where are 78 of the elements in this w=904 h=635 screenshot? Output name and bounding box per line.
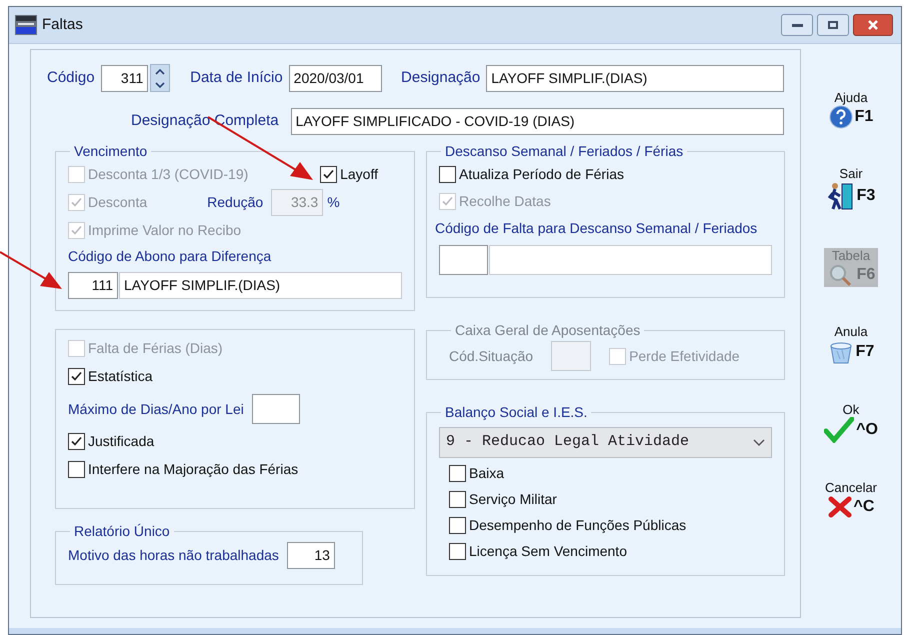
checkbox-label: Serviço Militar <box>469 490 557 509</box>
field-label: Data de Início <box>190 68 283 88</box>
chevron-down-icon <box>155 82 166 88</box>
toolbar-button[interactable]: Sair F3 <box>824 166 878 211</box>
checkbox[interactable] <box>68 461 85 478</box>
window-title: Faltas <box>42 14 83 35</box>
field-label: Redução <box>207 193 264 212</box>
input-field[interactable]: 2020/03/01 <box>288 64 382 92</box>
checkbox[interactable] <box>68 433 85 450</box>
field-label: Designação <box>401 68 480 88</box>
checkbox-label: Licença Sem Vencimento <box>469 542 627 561</box>
checkbox-label: Desconta <box>88 193 148 212</box>
checkbox-label: Desconta 1/3 (COVID-19) <box>88 165 248 184</box>
checkbox-label: Layoff <box>340 165 378 184</box>
person-door-icon <box>826 181 855 211</box>
close-icon <box>867 20 879 30</box>
input-field[interactable] <box>551 341 592 371</box>
field-label: Código de Falta para Descanso Semanal / Feriados <box>435 219 758 238</box>
checkbox-label: Recolhe Datas <box>459 192 551 211</box>
checkbox-label: Atualiza Período de Férias <box>459 165 624 184</box>
group-title: Caixa Geral de Aposentações <box>454 321 642 340</box>
input-field[interactable]: 111 <box>68 272 118 299</box>
checkmark-icon <box>70 196 83 209</box>
group-title: Descanso Semanal / Feriados / Férias <box>444 142 684 161</box>
checkmark-icon <box>70 435 83 448</box>
input-field[interactable]: 311 <box>100 64 148 92</box>
spinner[interactable] <box>150 64 170 92</box>
field-label: Designação Completa <box>131 110 279 131</box>
dropdown[interactable]: 9 - Reducao Legal Atividade <box>439 427 772 458</box>
checkbox-label: Imprime Valor no Recibo <box>88 221 242 240</box>
checkbox-label: Desempenho de Funções Públicas <box>469 516 686 535</box>
toolbar-button[interactable]: Ajuda F1 <box>826 90 876 129</box>
input-field[interactable]: LAYOFF SIMPLIFICADO - COVID-19 (DIAS) <box>290 108 784 134</box>
checkbox[interactable] <box>449 491 466 508</box>
checkmark-icon <box>824 417 854 443</box>
input-field[interactable] <box>252 394 300 424</box>
checkbox-label: Justificada <box>88 432 154 451</box>
checkbox[interactable] <box>449 543 466 560</box>
field-label: Código <box>47 68 95 88</box>
toolbar-button[interactable]: Cancelar ^C <box>822 480 880 519</box>
checkbox-label: Perde Efetividade <box>629 346 740 366</box>
description-field[interactable]: LAYOFF SIMPLIF.(DIAS) <box>119 272 402 299</box>
group-title: Balanço Social e I.E.S. <box>444 403 588 422</box>
maximize-button[interactable] <box>817 14 849 36</box>
checkbox[interactable] <box>439 166 456 183</box>
unit-label: % <box>327 193 340 212</box>
checkbox-label: Baixa <box>469 464 504 483</box>
field-label: Motivo das horas não trabalhadas <box>68 546 279 565</box>
app-icon <box>15 15 37 35</box>
chevron-down-icon <box>753 438 765 446</box>
checkmark-icon <box>322 168 336 181</box>
toolbar-button[interactable]: Ok ^O <box>821 402 881 443</box>
checkbox[interactable] <box>449 517 466 534</box>
description-field[interactable] <box>489 245 772 275</box>
annotation-arrow <box>0 251 62 289</box>
input-field[interactable]: LAYOFF SIMPLIF.(DIAS) <box>486 64 784 92</box>
input-field[interactable]: 13 <box>286 542 335 569</box>
checkmark-icon <box>70 224 83 237</box>
minimize-button[interactable] <box>781 14 813 36</box>
close-button[interactable] <box>853 14 893 36</box>
field-label: Máximo de Dias/Ano por Lei <box>68 400 244 419</box>
group-title: Relatório Único <box>73 522 171 541</box>
checkmark-icon <box>441 195 454 208</box>
input-field[interactable] <box>439 245 488 275</box>
checkbox[interactable] <box>449 465 466 482</box>
field-label: Código de Abono para Diferença <box>68 247 272 266</box>
chevron-up-icon <box>155 68 166 74</box>
cross-icon <box>828 496 852 518</box>
checkbox[interactable] <box>68 368 85 385</box>
help-icon <box>828 105 853 129</box>
toolbar-button[interactable]: Anula F7 <box>824 324 878 365</box>
checkbox-label: Interfere na Majoração das Férias <box>88 460 298 479</box>
field-label: Cód.Situação <box>449 346 534 366</box>
checkbox-label: Falta de Férias (Dias) <box>88 339 223 358</box>
group-title: Vencimento <box>73 142 148 161</box>
checkbox[interactable] <box>320 166 338 183</box>
checkmark-icon <box>70 370 83 383</box>
checkbox-label: Estatística <box>88 367 153 386</box>
